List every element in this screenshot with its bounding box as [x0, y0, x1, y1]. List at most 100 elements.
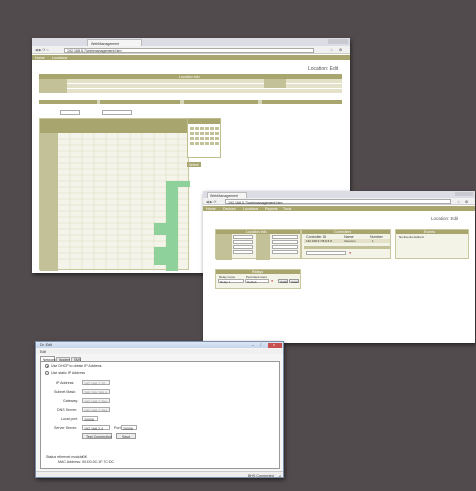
maximize-icon[interactable]: □ — [260, 343, 262, 347]
nav-item-devices[interactable]: Devices — [223, 207, 236, 211]
server-input[interactable]: 192.168.2.4 — [82, 425, 110, 431]
subnet-mask-label: Subnet Mask: — [54, 390, 76, 394]
schedule-select-2[interactable] — [102, 110, 132, 115]
wrench-icon[interactable]: ⚙ — [339, 48, 342, 52]
window-controls — [455, 192, 473, 196]
dns-server-label: DNS Server: — [57, 408, 78, 412]
subnet-mask-input[interactable]: 255.255.255.0 — [82, 389, 110, 395]
field-label-col — [216, 234, 232, 260]
subsection-tab-4[interactable] — [262, 100, 342, 104]
gateway-label: Gateway: — [63, 399, 79, 403]
controller-row[interactable]: 192.168.5.7/8.8.6.8 Intercom 1 — [304, 239, 390, 243]
grid-active-cell[interactable] — [154, 223, 166, 235]
nav-item-reports[interactable]: Reports — [265, 207, 278, 211]
info-row-1 — [39, 79, 342, 83]
controller-number: 1 — [372, 239, 374, 243]
settings-dialog: Dr. Edit – □ x Edit Network Modem SMS Us… — [35, 341, 284, 478]
minimize-icon[interactable]: – — [252, 343, 254, 347]
location-info-panel: Location Info — [215, 229, 301, 260]
tab-content — [40, 361, 280, 469]
location-city-input[interactable] — [233, 250, 253, 254]
save-button[interactable]: Save — [116, 433, 136, 439]
controller-add-icon[interactable]: ● — [349, 251, 351, 255]
calendar-days — [190, 127, 219, 145]
relay-delete-label: Delete — [290, 280, 299, 284]
controller-subheader — [304, 246, 390, 249]
subsection-tab-2[interactable] — [100, 100, 180, 104]
port-value: 20006 — [123, 426, 133, 431]
status-bar: BHS Connected ◢ — [36, 471, 283, 478]
address-input[interactable]: 192.168.5.7/webmanagement.htm — [225, 199, 451, 205]
subsection-tab-3[interactable] — [184, 100, 258, 104]
location-fax-input[interactable] — [272, 240, 298, 244]
menu-edit[interactable]: Edit — [40, 350, 46, 354]
location-contact-input[interactable] — [272, 250, 298, 254]
events-empty-text: No Events defined — [399, 235, 424, 239]
nav-buttons-icon[interactable]: ◀ ▶ ⟳ — [206, 200, 217, 204]
mini-calendar — [187, 118, 221, 158]
local-port-label: Local port: — [61, 417, 78, 421]
dialog-titlebar: Dr. Edit – □ x — [36, 342, 283, 348]
dhcp-radio[interactable] — [45, 364, 49, 368]
gateway-input[interactable]: 192.168.7.254 — [82, 398, 110, 404]
relay-name-field[interactable]: Relay 1 — [218, 279, 244, 284]
page-title: Location: Edit — [308, 66, 339, 72]
controller-name: Intercom — [344, 239, 356, 243]
relay-users-value: Default — [247, 280, 257, 284]
close-icon[interactable]: x — [268, 342, 282, 348]
ip-address-input[interactable]: 192.168.7.70 — [82, 380, 110, 386]
relays-panel: Relays Relay name Permitted users Relay … — [215, 269, 301, 289]
schedule-select-1[interactable] — [60, 110, 80, 115]
grid-active-cell[interactable] — [154, 247, 166, 265]
mac-address-value: 00:D0:3C:1F:7C:DC — [82, 460, 115, 464]
panel-title: Events — [424, 230, 435, 234]
info-row-3 — [39, 89, 342, 93]
calendar-select-label: Select — [188, 162, 199, 167]
section-title: Location Info — [179, 74, 200, 79]
grid-active-cell[interactable] — [166, 181, 178, 271]
nav-item-tools[interactable]: Tools — [283, 207, 291, 211]
star-icon[interactable]: ☆ — [457, 200, 460, 204]
dns-server-input[interactable]: 192.168.7.254 — [82, 407, 110, 413]
location-name-input[interactable] — [233, 235, 253, 239]
calendar-select-button[interactable]: Select — [187, 162, 201, 167]
nav-item-home[interactable]: Home — [35, 56, 45, 60]
relay-delete-button[interactable]: Delete — [289, 279, 299, 284]
star-icon[interactable]: ☆ — [330, 48, 333, 52]
resize-grip-icon[interactable]: ◢ — [278, 474, 281, 478]
grid-active-cell[interactable] — [178, 181, 190, 187]
app-nav-bar: Home Devices Locations Reports Tools — [203, 206, 475, 211]
relay-add-icon[interactable]: ● — [271, 279, 273, 283]
app-nav-bar: Home Locations — [32, 55, 350, 60]
address-input[interactable]: 192.168.5.7/webmanagement.htm — [64, 47, 314, 53]
static-ip-label: Use static IP Address — [51, 371, 86, 375]
local-port-input[interactable]: 20006 — [82, 416, 98, 422]
gateway-value: 192.168.7.254 — [84, 399, 107, 404]
test-connection-label: Test Connection — [86, 435, 112, 439]
browser-tab-label: WebManagement — [91, 41, 120, 46]
relay-users-field[interactable]: Default — [245, 279, 269, 284]
relay-name-value: Relay 1 — [220, 280, 231, 284]
wrench-icon[interactable]: ⚙ — [465, 200, 468, 204]
controller-select[interactable] — [306, 251, 346, 255]
subsection-tab-1[interactable] — [39, 100, 97, 104]
nav-item-locations[interactable]: Locations — [243, 207, 258, 211]
static-ip-radio[interactable] — [45, 371, 49, 375]
subnet-mask-value: 255.255.255.0 — [84, 390, 107, 395]
test-connection-button[interactable]: Test Connection — [82, 433, 112, 439]
schedule-grid — [39, 118, 190, 271]
nav-item-locations[interactable]: Locations — [52, 56, 67, 60]
port-input[interactable]: 20006 — [121, 425, 137, 431]
status-value: OK — [82, 455, 88, 459]
location-zip-input[interactable] — [233, 245, 253, 249]
nav-buttons-icon[interactable]: ◀ ▶ ⟳ ⌂ — [35, 48, 49, 52]
location-address-input[interactable] — [233, 240, 253, 244]
relay-modify-button[interactable]: Modify — [278, 279, 288, 284]
location-email-input[interactable] — [272, 245, 298, 249]
browser-tab[interactable]: WebManagement — [87, 39, 142, 46]
menu-bar: Edit — [36, 349, 283, 354]
nav-item-home[interactable]: Home — [206, 207, 216, 211]
ip-address-label: IP Address: — [56, 381, 75, 385]
panel-title: Controllers — [334, 230, 352, 234]
location-phone-input[interactable] — [272, 235, 298, 239]
